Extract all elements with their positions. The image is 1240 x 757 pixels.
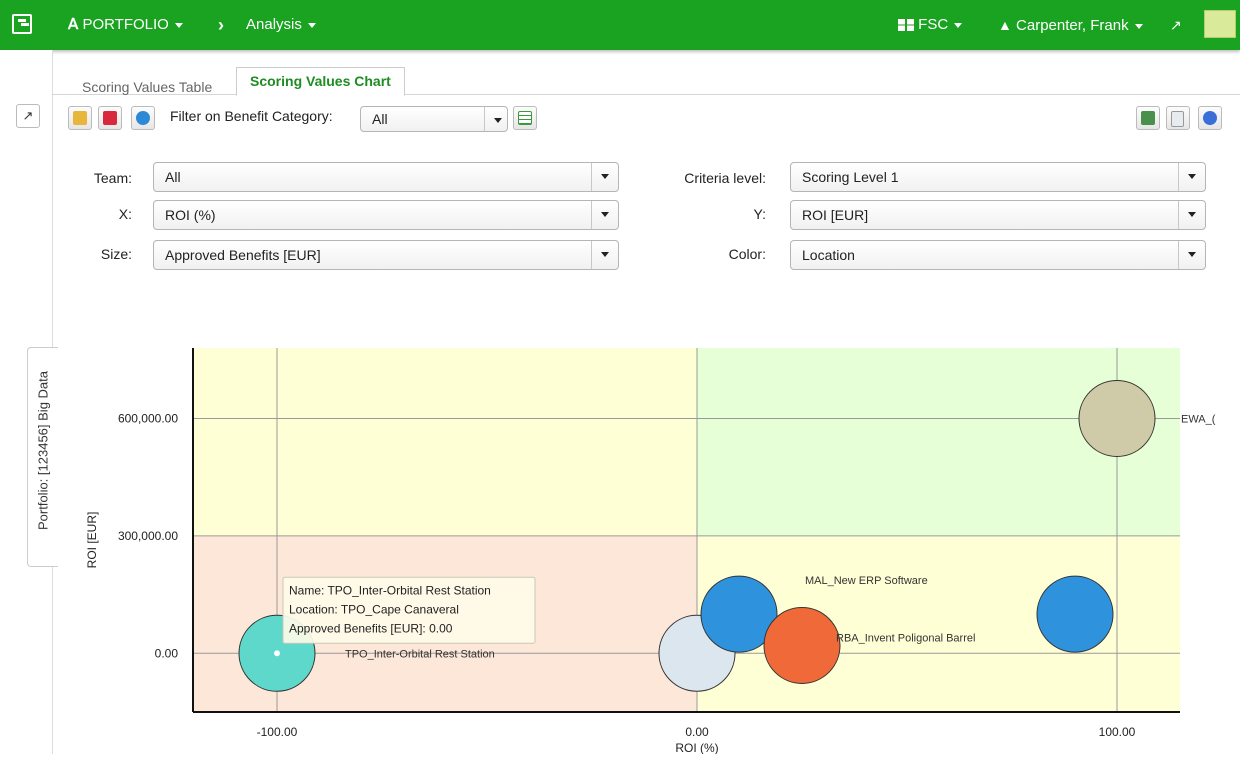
portfolio-side-tab-label: Portfolio: [123456] Big Data — [35, 371, 51, 530]
user-menu-label: Carpenter, Frank — [1016, 17, 1129, 34]
y-axis-label: Y: — [753, 206, 766, 222]
x-tick-label: -100.00 — [257, 725, 298, 739]
chevron-down-icon — [591, 241, 618, 269]
list-icon — [518, 111, 532, 125]
y-axis-select[interactable]: ROI [EUR] — [790, 200, 1206, 230]
x-axis-label: X: — [118, 206, 132, 222]
criteria-level-value: Scoring Level 1 — [802, 169, 899, 185]
color-label: Color: — [728, 246, 766, 262]
help-icon — [1203, 111, 1217, 125]
y-tick-label: 0.00 — [155, 646, 179, 660]
bubble-tooltip: Name: TPO_Inter-Orbital Rest Station Loc… — [282, 576, 536, 644]
open-button[interactable] — [68, 106, 92, 130]
chevron-down-icon — [591, 201, 618, 229]
y-tick-label: 300,000.00 — [118, 529, 178, 543]
fullscreen-toggle-icon[interactable]: ↗ — [16, 104, 40, 128]
chevron-right-icon: › — [218, 15, 224, 35]
folder-icon — [73, 111, 87, 125]
document-icon — [1171, 111, 1184, 127]
chevron-down-icon — [307, 22, 316, 28]
org-menu-label: FSC — [918, 16, 949, 33]
user-icon: ▲ — [998, 17, 1012, 33]
color-select[interactable]: Location — [790, 240, 1206, 270]
chevron-down-icon — [1178, 163, 1205, 191]
org-menu[interactable]: FSC — [898, 0, 963, 50]
tooltip-approved-benefits: Approved Benefits [EUR]: 0.00 — [289, 621, 453, 635]
chevron-down-icon — [954, 22, 963, 28]
list-options-button[interactable] — [513, 106, 537, 130]
bubble-label: TPO_Inter-Orbital Rest Station — [345, 648, 495, 660]
chevron-down-icon — [1178, 201, 1205, 229]
tab-divider — [52, 94, 1240, 95]
criteria-level-select[interactable]: Scoring Level 1 — [790, 162, 1206, 192]
tooltip-name: Name: TPO_Inter-Orbital Rest Station — [289, 583, 491, 597]
chevron-down-icon — [174, 22, 183, 28]
bubble-chart: TPO_Inter-Orbital Rest Station MAL_New ER… — [60, 340, 1240, 755]
x-axis-title: ROI (%) — [675, 741, 718, 754]
filter-label: Filter on Benefit Category: — [170, 108, 333, 124]
analysis-menu[interactable]: Analysis — [246, 0, 316, 50]
portfolio-menu[interactable]: 𝖠 PORTFOLIO — [68, 0, 183, 50]
size-select[interactable]: Approved Benefits [EUR] — [153, 240, 619, 270]
y-axis-value: ROI [EUR] — [802, 207, 869, 223]
criteria-level-label: Criteria level: — [684, 170, 766, 186]
quadrant-top-left — [193, 348, 697, 536]
chevron-down-icon — [1178, 241, 1205, 269]
size-label: Size: — [100, 246, 132, 262]
size-value: Approved Benefits [EUR] — [165, 247, 321, 263]
bubble-label: RBA_Invent Poligonal Barrel — [836, 632, 975, 644]
chevron-down-icon — [484, 107, 507, 131]
user-menu[interactable]: ▲ Carpenter, Frank — [998, 0, 1143, 50]
benefit-category-select[interactable]: All — [360, 106, 508, 132]
y-axis-title: ROI [EUR] — [85, 512, 99, 569]
export-document-button[interactable] — [1166, 106, 1190, 130]
export-image-button[interactable] — [1136, 106, 1160, 130]
app-switcher-icon[interactable] — [1204, 10, 1236, 38]
top-navigation-bar: 𝖠 PORTFOLIO › Analysis FSC ▲ Carpenter, … — [0, 0, 1240, 50]
save-button[interactable] — [98, 106, 122, 130]
tab-scoring-values-chart[interactable]: Scoring Values Chart — [236, 67, 405, 96]
bubble[interactable] — [1036, 575, 1114, 653]
team-label: Team: — [93, 170, 132, 186]
portfolio-menu-label: PORTFOLIO — [82, 16, 169, 33]
x-tick-label: 0.00 — [685, 725, 709, 739]
bubble-chart-svg: TPO_Inter-Orbital Rest Station MAL_New ER… — [85, 348, 1216, 755]
portfolio-icon: 𝖠 — [68, 16, 79, 33]
bubble-label: MAL_New ERP Software — [805, 575, 928, 587]
portfolio-side-tab[interactable]: Portfolio: [123456] Big Data — [27, 347, 58, 567]
color-value: Location — [802, 247, 855, 263]
refresh-icon — [136, 111, 150, 125]
chevron-down-icon — [1134, 23, 1143, 29]
help-button[interactable] — [1198, 106, 1222, 130]
app-logo-icon[interactable] — [12, 14, 32, 34]
analysis-menu-label: Analysis — [246, 16, 302, 33]
image-export-icon — [1141, 111, 1155, 125]
expand-icon[interactable]: ↗ — [1170, 0, 1182, 50]
x-tick-label: 100.00 — [1099, 725, 1136, 739]
x-axis-select[interactable]: ROI (%) — [153, 200, 619, 230]
tooltip-location: Location: TPO_Cape Canaveral — [289, 602, 459, 616]
y-tick-label: 600,000.00 — [118, 411, 178, 425]
selected-point-marker — [272, 648, 282, 659]
refresh-button[interactable] — [131, 106, 155, 130]
benefit-category-value: All — [372, 111, 388, 127]
team-value: All — [165, 169, 181, 185]
bubble[interactable] — [1078, 379, 1156, 457]
team-select[interactable]: All — [153, 162, 619, 192]
chevron-down-icon — [591, 163, 618, 191]
bubble[interactable] — [763, 606, 841, 684]
grid-icon — [898, 19, 914, 32]
save-icon — [103, 111, 117, 125]
tab-scoring-values-table[interactable]: Scoring Values Table — [82, 74, 212, 100]
bubble-label: EWA_( — [1181, 413, 1216, 425]
x-axis-value: ROI (%) — [165, 207, 216, 223]
